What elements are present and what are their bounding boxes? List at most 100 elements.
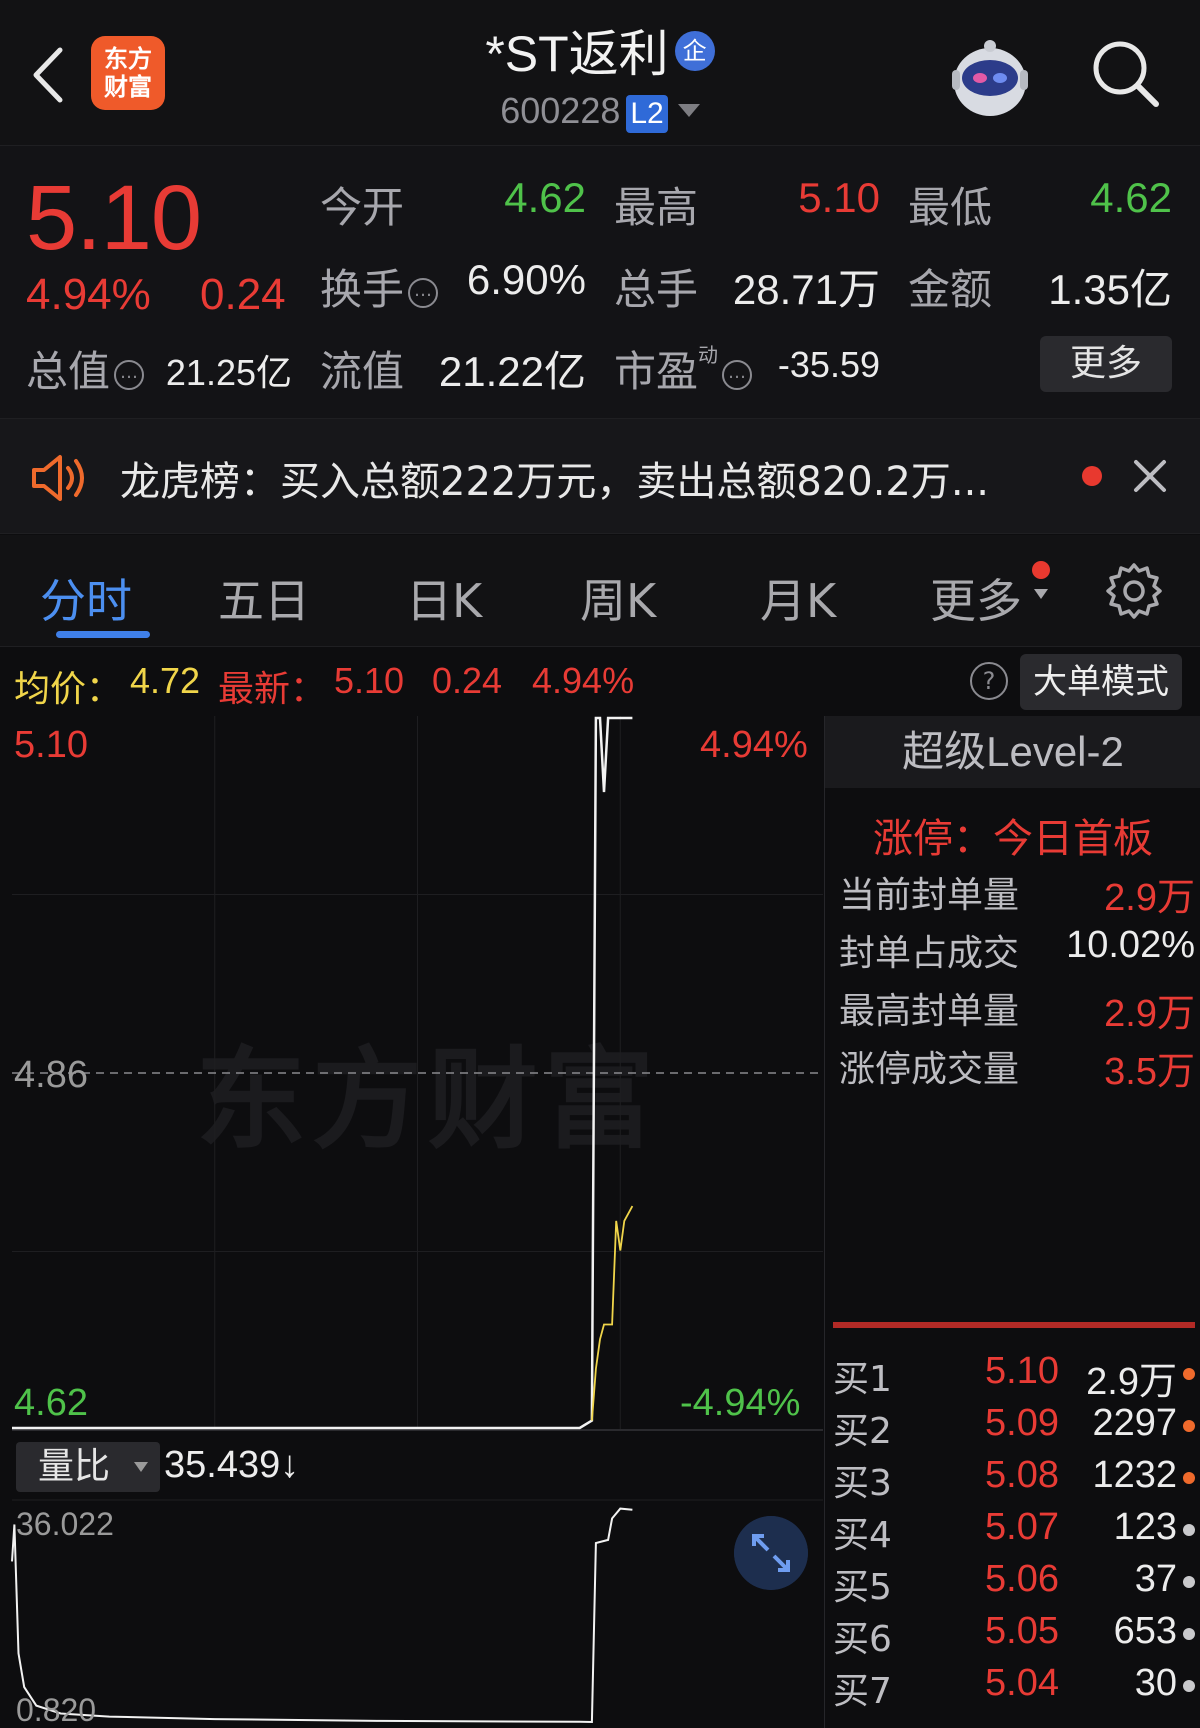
- level2-badge: L2: [626, 95, 668, 133]
- mktcap-label[interactable]: 总值…: [26, 338, 145, 399]
- indicator-value: 35.439↓: [164, 1444, 300, 1486]
- speaker-icon: [32, 455, 84, 501]
- app-logo[interactable]: 东方 财富: [91, 36, 165, 110]
- info-icon: …: [114, 360, 145, 390]
- bid-price: 5.09: [985, 1402, 1059, 1444]
- tab-more[interactable]: 更多: [930, 565, 1022, 631]
- low-label: 最低: [908, 183, 993, 232]
- stock-title[interactable]: *ST返利企 600228 L2: [360, 14, 840, 133]
- search-icon[interactable]: [1086, 34, 1166, 114]
- bid-price: 5.08: [985, 1454, 1059, 1496]
- assistant-robot-icon[interactable]: [944, 30, 1036, 122]
- bid-price: 5.10: [985, 1350, 1059, 1392]
- bid-dot: [1183, 1420, 1195, 1432]
- bid-volume: 30: [1134, 1662, 1177, 1704]
- news-banner[interactable]: 龙虎榜：买入总额222万元，卖出总额820.2万...: [0, 418, 1200, 534]
- bid-row[interactable]: 买3 5.08 1232: [833, 1454, 1199, 1506]
- enterprise-badge: 企: [674, 31, 715, 71]
- gear-icon[interactable]: [1104, 561, 1164, 621]
- bid-dot: [1183, 1576, 1195, 1588]
- big-order-mode-button[interactable]: 大单模式: [1020, 654, 1182, 710]
- mktcap-value: 21.25亿: [165, 352, 292, 393]
- bid-volume: 37: [1134, 1558, 1177, 1600]
- current-price: 5.10: [26, 167, 202, 269]
- latest-value: 5.10: [334, 660, 405, 701]
- tab-intraday[interactable]: 分时: [40, 565, 132, 631]
- amount-value: 1.35亿: [1048, 266, 1172, 313]
- more-quote-button[interactable]: 更多: [1040, 336, 1172, 392]
- mktcap-label-text: 总值: [26, 347, 111, 396]
- stock-code-row[interactable]: 600228 L2: [360, 90, 840, 133]
- level2-panel: 超级Level-2 涨停：今日首板 当前封单量 2.9万 封单占成交 10.02…: [824, 716, 1200, 1728]
- bid-row[interactable]: 买5 5.06 37: [833, 1558, 1199, 1610]
- limit-row-value: 2.9万: [1104, 993, 1195, 1035]
- logo-text-2: 财富: [104, 73, 152, 101]
- info-icon: …: [408, 278, 439, 308]
- bid-volume: 2297: [1092, 1402, 1177, 1444]
- open-value: 4.62: [504, 174, 586, 221]
- limit-row: 封单占成交 10.02%: [839, 924, 1195, 982]
- bid-price: 5.04: [985, 1662, 1059, 1704]
- bid-label: 买5: [833, 1567, 892, 1608]
- change-amount: 0.24: [200, 270, 286, 319]
- latest-change: 0.24: [432, 660, 503, 701]
- bid-price: 5.07: [985, 1506, 1059, 1548]
- chevron-down-icon: [134, 1462, 148, 1472]
- turnover-value: 6.90%: [466, 256, 586, 303]
- limit-row-label: 涨停成交量: [839, 1049, 1020, 1090]
- bid-volume: 123: [1113, 1506, 1177, 1548]
- top-bar: 东方 财富 *ST返利企 600228 L2: [0, 0, 1200, 146]
- logo-text-1: 东方: [104, 45, 152, 73]
- y-axis-top-label: 5.10: [14, 724, 88, 766]
- bid-label: 买7: [833, 1671, 892, 1712]
- high-label: 最高: [614, 183, 699, 232]
- tab-five-day[interactable]: 五日: [218, 565, 310, 631]
- bid-row[interactable]: 买7 5.04 30: [833, 1662, 1199, 1714]
- open-label: 今开: [320, 183, 405, 232]
- chart-info-bar: 均价： 4.72 最新： 5.10 0.24 4.94% ? 大单模式: [0, 648, 1200, 716]
- bid-row[interactable]: 买2 5.09 2297: [833, 1402, 1199, 1454]
- limit-row: 当前封单量 2.9万: [839, 866, 1195, 924]
- intraday-chart[interactable]: [0, 716, 823, 1728]
- y-axis-mid-label: 4.86: [14, 1054, 88, 1096]
- bid-label: 买6: [833, 1619, 892, 1660]
- tab-monthly-k[interactable]: 月K: [760, 565, 836, 631]
- bid-label: 买2: [833, 1411, 892, 1452]
- help-icon[interactable]: ?: [970, 662, 1008, 700]
- bid-separator: [833, 1322, 1195, 1328]
- chevron-down-icon: [677, 104, 700, 117]
- expand-icon[interactable]: [734, 1516, 808, 1590]
- limit-row-label: 当前封单量: [839, 875, 1020, 916]
- level2-title[interactable]: 超级Level-2: [825, 716, 1200, 788]
- change-percent: 4.94%: [26, 270, 151, 319]
- banner-text: 龙虎榜：买入总额222万元，卖出总额820.2万...: [120, 459, 990, 505]
- close-icon[interactable]: [1130, 456, 1170, 496]
- bid-row[interactable]: 买1 5.10 2.9万: [833, 1350, 1199, 1403]
- limit-row-value: 10.02%: [1066, 924, 1195, 966]
- bid-volume: 1232: [1092, 1454, 1177, 1496]
- pe-label[interactable]: 市盈动…: [614, 338, 753, 399]
- bid-label: 买4: [833, 1515, 892, 1556]
- bid-dot: [1183, 1628, 1195, 1640]
- back-icon[interactable]: [24, 40, 74, 110]
- limit-row-value: 2.9万: [1104, 877, 1195, 919]
- avg-price-line: [591, 1205, 634, 1421]
- bid-row[interactable]: 买4 5.07 123: [833, 1506, 1199, 1558]
- bid-dot: [1183, 1524, 1195, 1536]
- high-value: 5.10: [798, 174, 880, 221]
- avg-value: 4.72: [130, 660, 201, 701]
- info-icon: …: [722, 360, 753, 390]
- pct-axis-bottom-label: -4.94%: [680, 1382, 801, 1424]
- tab-weekly-k[interactable]: 周K: [580, 565, 656, 631]
- pct-axis-top-label: 4.94%: [700, 724, 808, 766]
- pe-label-text: 市盈: [614, 347, 699, 396]
- bid-row[interactable]: 买6 5.05 653: [833, 1610, 1199, 1662]
- y-axis-bottom-label: 4.62: [14, 1382, 88, 1424]
- tab-daily-k[interactable]: 日K: [406, 565, 482, 631]
- avg-label: 均价：: [14, 668, 123, 709]
- bid-dot: [1183, 1472, 1195, 1484]
- turnover-label[interactable]: 换手…: [320, 256, 439, 317]
- notification-dot: [1032, 561, 1050, 579]
- limit-row-value: 3.5万: [1104, 1051, 1195, 1093]
- bid-volume: 653: [1113, 1610, 1177, 1652]
